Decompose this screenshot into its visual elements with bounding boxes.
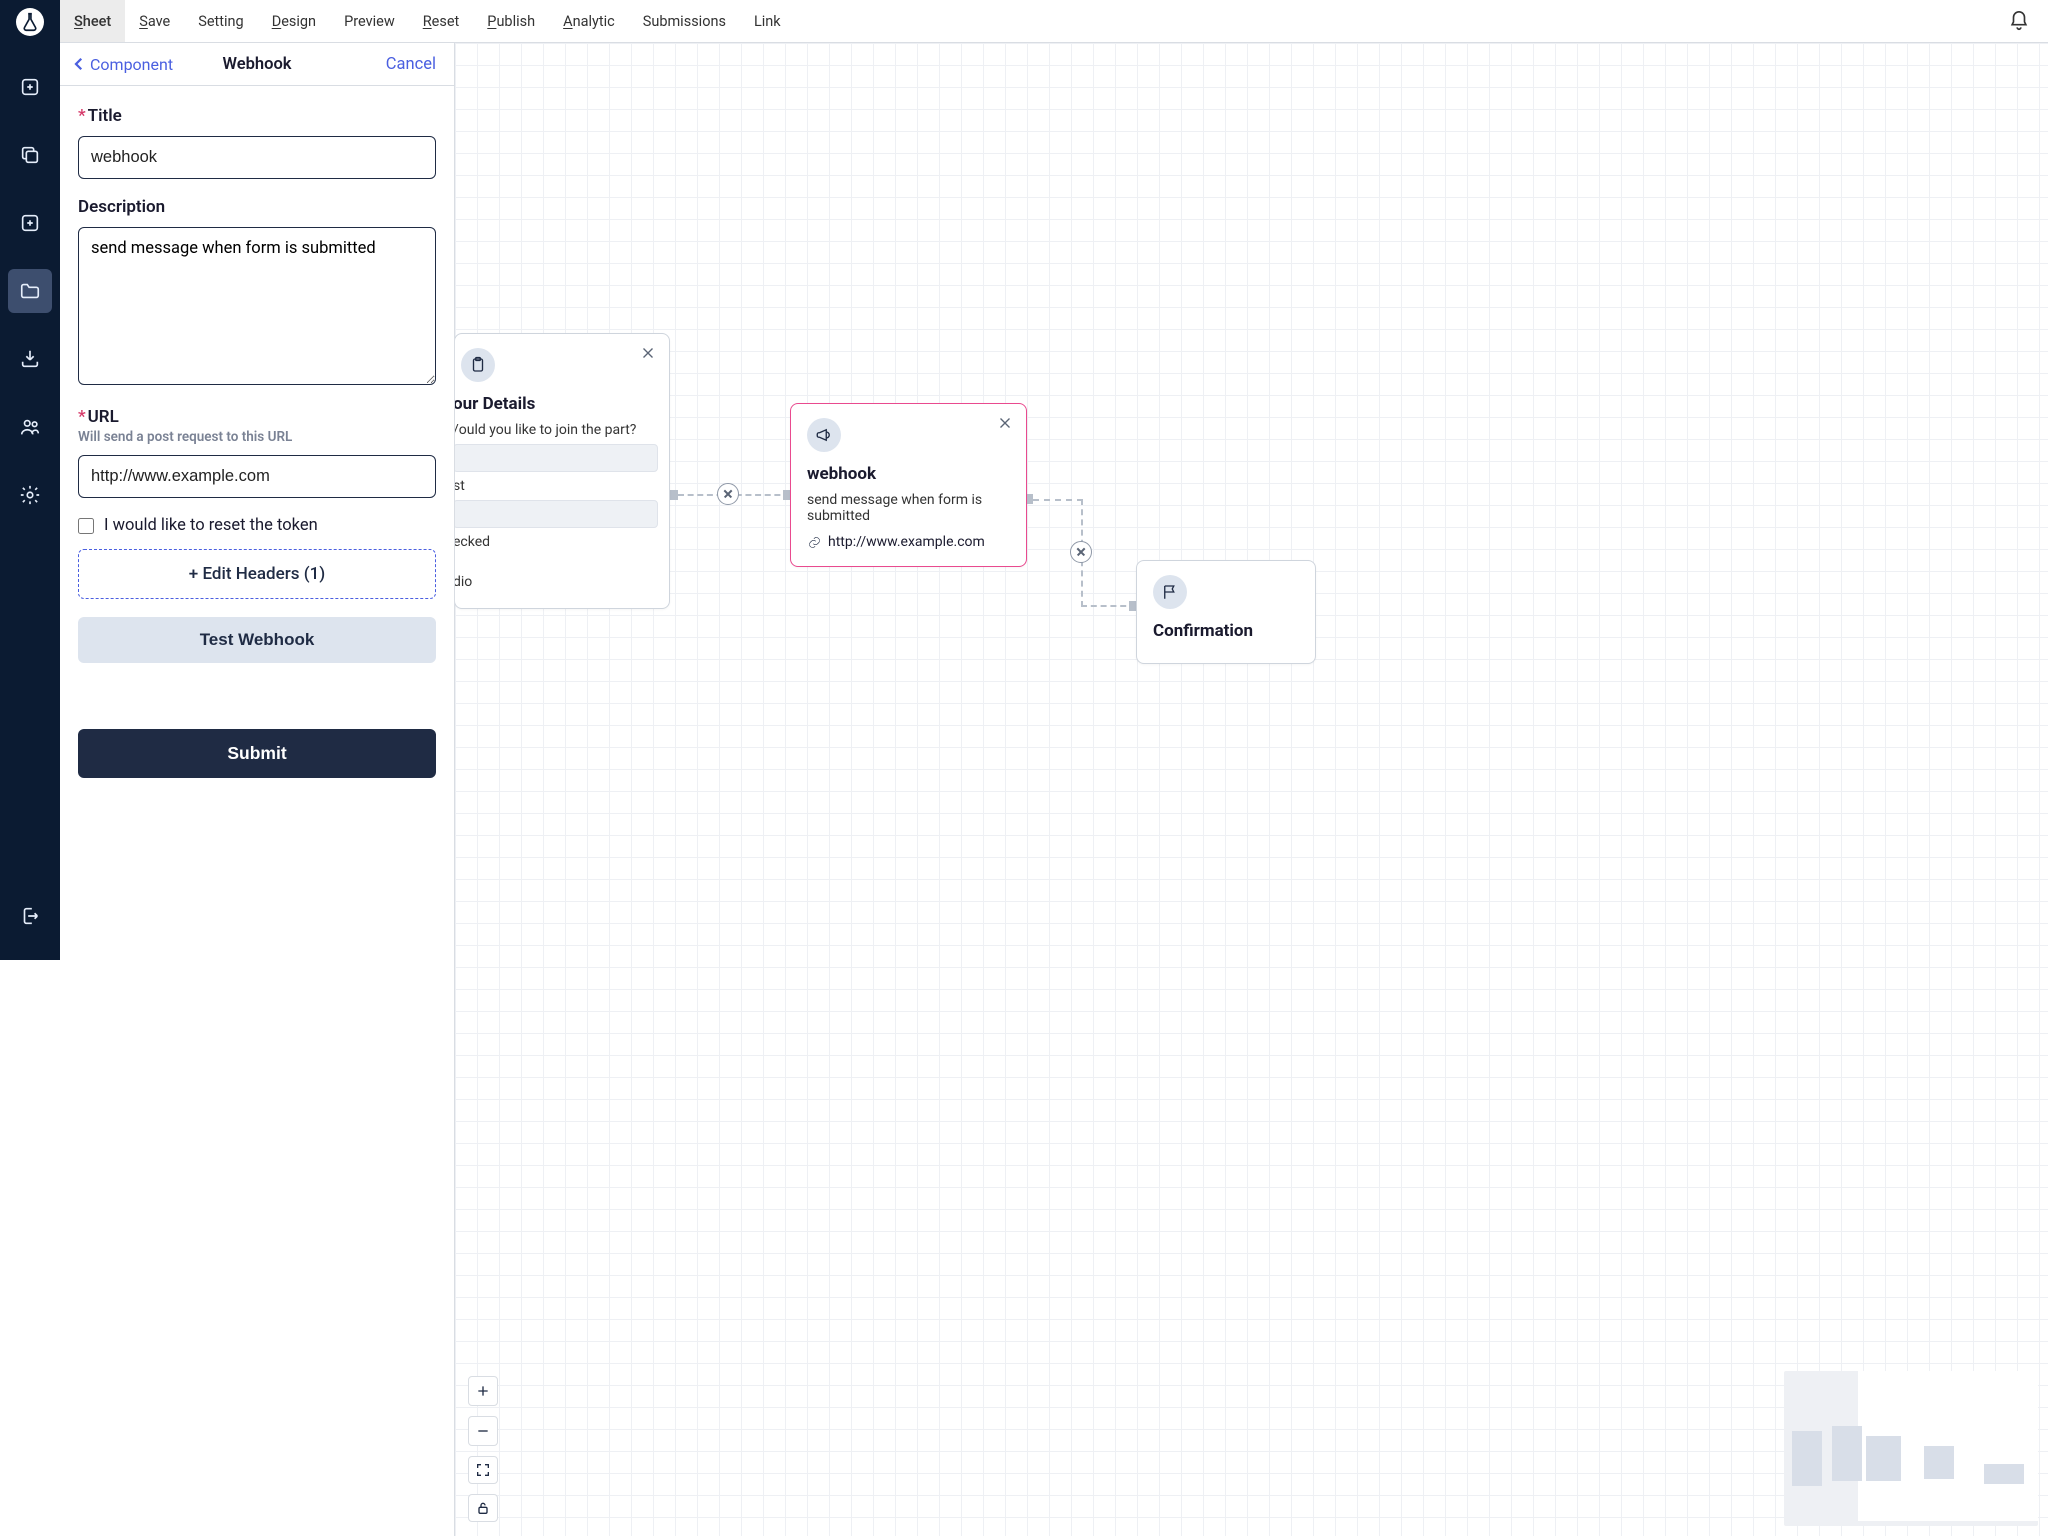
url-label: URL xyxy=(88,407,119,427)
minimap-node xyxy=(1924,1446,1954,1479)
panel-title: Webhook xyxy=(223,55,292,74)
minimap[interactable] xyxy=(1784,1371,2038,1526)
card-option: st xyxy=(455,478,655,494)
left-rail xyxy=(0,0,60,960)
card-question: /ould you like to join the part? xyxy=(455,422,655,438)
reset-token-box[interactable] xyxy=(78,518,94,534)
form-card-details[interactable]: our Details /ould you like to join the p… xyxy=(455,333,670,609)
rail-new-icon[interactable] xyxy=(8,65,52,109)
cancel-button[interactable]: Cancel xyxy=(386,55,436,74)
minimap-node xyxy=(1984,1464,2024,1484)
zoom-in-button[interactable] xyxy=(468,1376,498,1406)
confirmation-card[interactable]: Confirmation xyxy=(1136,560,1316,664)
card-url: http://www.example.com xyxy=(807,534,1010,550)
close-icon[interactable] xyxy=(639,344,657,362)
rail-download-icon[interactable] xyxy=(8,337,52,381)
delete-connector-button[interactable] xyxy=(1070,541,1092,563)
bell-icon[interactable] xyxy=(2008,10,2030,32)
flow-canvas[interactable]: our Details /ould you like to join the p… xyxy=(455,43,2048,1536)
card-description: send message when form is submitted xyxy=(807,492,1010,524)
breadcrumb-label: Component xyxy=(90,55,173,74)
card-option: ecked xyxy=(455,534,655,550)
menu-save[interactable]: Save xyxy=(125,0,184,42)
link-icon xyxy=(807,535,822,550)
minimap-node xyxy=(1832,1426,1862,1481)
reset-token-label: I would like to reset the token xyxy=(104,516,318,535)
rail-new2-icon[interactable] xyxy=(8,201,52,245)
menu-link[interactable]: Link xyxy=(740,0,795,42)
megaphone-icon xyxy=(807,418,841,452)
rail-users-icon[interactable] xyxy=(8,405,52,449)
back-breadcrumb[interactable]: Component xyxy=(70,55,173,74)
minimap-node xyxy=(1866,1436,1901,1481)
rail-logout-icon[interactable] xyxy=(8,894,52,938)
menu-sheet[interactable]: Sheet xyxy=(60,0,125,42)
minimap-node xyxy=(1792,1431,1822,1486)
card-option: dio xyxy=(455,574,655,590)
title-input[interactable] xyxy=(78,136,436,179)
menu-publish[interactable]: Publish xyxy=(473,0,549,42)
menu-design[interactable]: Design xyxy=(258,0,330,42)
menu-analytic[interactable]: Analytic xyxy=(549,0,629,42)
app-logo[interactable] xyxy=(0,0,60,43)
connector-line xyxy=(1081,605,1136,607)
delete-connector-button[interactable] xyxy=(717,483,739,505)
clipboard-icon xyxy=(461,348,495,382)
webhook-panel: Component Webhook Cancel *Title Descript… xyxy=(60,43,455,1536)
close-icon[interactable] xyxy=(996,414,1014,432)
rail-copy-icon[interactable] xyxy=(8,133,52,177)
menu-submissions[interactable]: Submissions xyxy=(629,0,740,42)
description-label: Description xyxy=(78,197,165,217)
chevron-left-icon xyxy=(70,55,88,73)
title-label: Title xyxy=(88,106,122,126)
submit-button[interactable]: Submit xyxy=(78,729,436,778)
url-input[interactable] xyxy=(78,455,436,498)
card-title: webhook xyxy=(807,464,1010,484)
menu-preview[interactable]: Preview xyxy=(330,0,409,42)
panel-header: Component Webhook Cancel xyxy=(60,43,454,86)
field-placeholder xyxy=(455,500,658,528)
menu-setting[interactable]: Setting xyxy=(184,0,257,42)
fullscreen-button[interactable] xyxy=(468,1456,498,1484)
field-placeholder xyxy=(455,444,658,472)
connector-line xyxy=(1033,499,1083,501)
description-textarea[interactable] xyxy=(78,227,436,385)
flag-icon xyxy=(1153,575,1187,609)
rail-settings-icon[interactable] xyxy=(8,473,52,517)
url-hint: Will send a post request to this URL xyxy=(78,429,436,445)
zoom-controls xyxy=(468,1376,498,1522)
test-webhook-button[interactable]: Test Webhook xyxy=(78,617,436,663)
reset-token-checkbox[interactable]: I would like to reset the token xyxy=(78,516,436,535)
webhook-card[interactable]: webhook send message when form is submit… xyxy=(790,403,1027,567)
edit-headers-button[interactable]: + Edit Headers (1) xyxy=(78,549,436,599)
lock-button[interactable] xyxy=(468,1494,498,1522)
rail-folder-icon[interactable] xyxy=(8,269,52,313)
menu-reset[interactable]: Reset xyxy=(409,0,474,42)
zoom-out-button[interactable] xyxy=(468,1416,498,1446)
top-menu-bar: Sheet Save Setting Design Preview Reset … xyxy=(60,0,2048,43)
flask-icon xyxy=(19,11,41,33)
card-title: our Details xyxy=(455,394,655,414)
card-title: Confirmation xyxy=(1153,621,1299,641)
